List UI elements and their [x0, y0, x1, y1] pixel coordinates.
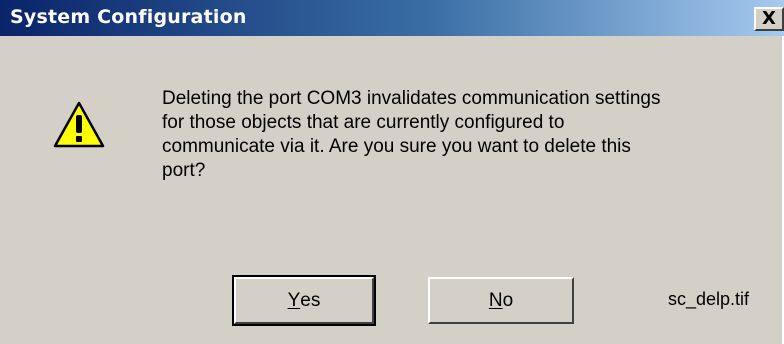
no-mnemonic: N: [488, 289, 503, 311]
warning-icon: [53, 101, 105, 148]
no-label-rest: o: [502, 289, 514, 311]
message-line: for those objects that are currently con…: [162, 112, 565, 133]
file-name-label: sc_delp.tif: [668, 289, 750, 309]
message-line: Deleting the port COM3 invalidates commu…: [162, 88, 661, 109]
window-title: System Configuration: [10, 6, 247, 28]
yes-button[interactable]: Yes: [232, 275, 376, 326]
message-line: port?: [162, 160, 206, 181]
message-text: Deleting the port COM3 invalidates commu…: [162, 87, 762, 183]
message-line: communicate via it. Are you sure you wan…: [162, 136, 631, 157]
title-bar: System Configuration: [0, 0, 784, 36]
yes-label-rest: es: [300, 289, 321, 311]
close-button[interactable]: X: [754, 7, 784, 31]
confirm-dialog: System Configuration X Deleting the port…: [0, 0, 784, 344]
no-button[interactable]: No: [428, 277, 574, 324]
yes-mnemonic: Y: [287, 289, 301, 311]
